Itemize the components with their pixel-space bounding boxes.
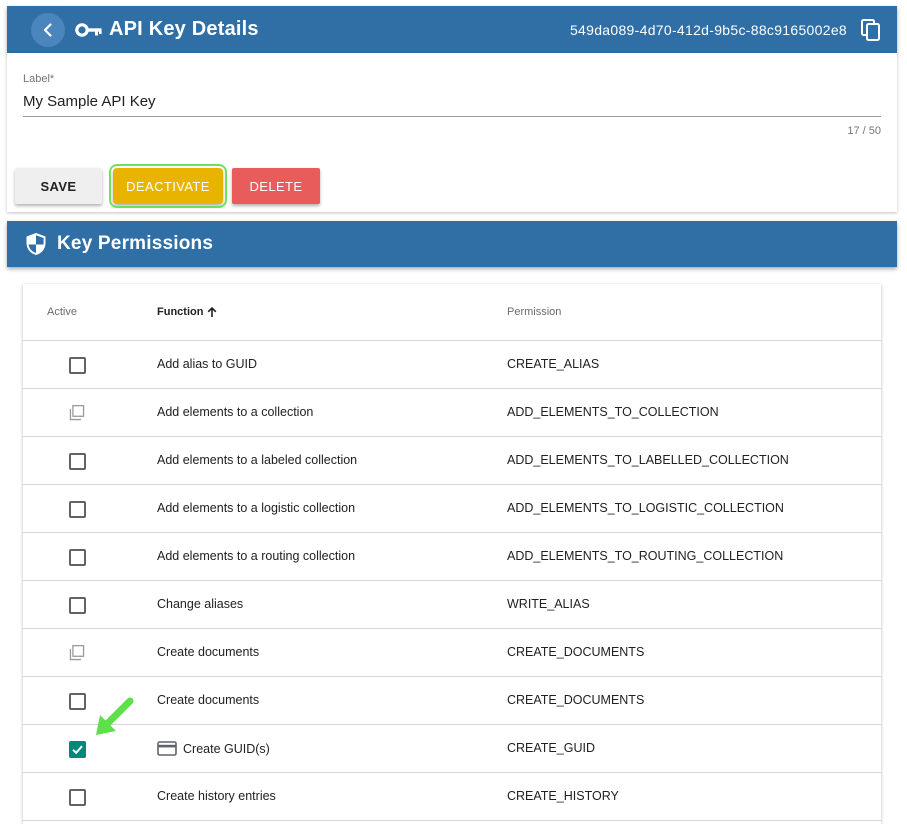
table-row: Create documents CREATE_DOCUMENTS <box>23 629 881 677</box>
page-title: API Key Details <box>109 18 259 40</box>
function-label: Create documents <box>157 645 260 659</box>
table-body: Add alias to GUID CREATE_ALIAS Add element… <box>23 341 881 821</box>
permission-cell: CREATE_ALIAS <box>507 357 600 371</box>
save-button[interactable]: SAVE <box>15 168 102 204</box>
delete-button[interactable]: DELETE <box>232 168 320 204</box>
arrow-up-icon <box>208 306 217 317</box>
function-cell: Add elements to a collection <box>157 405 313 419</box>
function-cell: Add elements to a labeled collection <box>157 453 357 467</box>
checkbox[interactable] <box>68 788 86 806</box>
character-counter: 17 / 50 <box>847 125 881 137</box>
permission-cell: CREATE_DOCUMENTS <box>507 693 645 707</box>
function-cell: Add elements to a routing collection <box>157 549 355 563</box>
function-label: Add elements to a logistic collection <box>157 501 356 515</box>
function-cell: Create GUID(s) <box>157 741 270 756</box>
table-row: Create documents CREATE_DOCUMENTS <box>23 677 881 725</box>
table-row: Add elements to a logistic collection ADD… <box>23 485 881 533</box>
function-label: Add elements to a collection <box>157 405 314 419</box>
permissions-title: Key Permissions <box>57 233 214 254</box>
function-cell: Create history entries <box>157 789 276 803</box>
copy-icon[interactable] <box>861 18 881 41</box>
permission-cell: ADD_ELEMENTS_TO_LABELLED_COLLECTION <box>507 453 789 467</box>
key-icon <box>75 22 103 38</box>
api-key-form: Label* 17 / 50 SAVE DEACTIVATE DELETE <box>7 53 897 212</box>
permission-cell: ADD_ELEMENTS_TO_COLLECTION <box>507 405 719 419</box>
permission-cell: ADD_ELEMENTS_TO_LOGISTIC_COLLECTION <box>507 501 784 515</box>
shield-icon <box>25 232 47 256</box>
header-bar: API Key Details 549da089-4d70-412d-9b5c-… <box>7 6 897 53</box>
function-label: Add elements to a routing collection <box>157 549 356 563</box>
function-cell: Add elements to a logistic collection <box>157 501 355 515</box>
permission-cell: ADD_ELEMENTS_TO_ROUTING_COLLECTION <box>507 549 784 563</box>
table-row: Add alias to GUID CREATE_ALIAS <box>23 341 881 389</box>
api-key-id: 549da089-4d70-412d-9b5c-88c9165002e8 <box>569 21 847 38</box>
function-label: Create history entries <box>157 789 276 803</box>
permission-cell: CREATE_GUID <box>507 741 595 755</box>
multi-checkbox-icon[interactable] <box>68 644 86 662</box>
label-field[interactable] <box>23 91 881 117</box>
checkbox[interactable] <box>68 356 86 374</box>
function-label: Change aliases <box>157 597 244 611</box>
table-row: Add elements to a labeled collection ADD_… <box>23 437 881 485</box>
column-header-function[interactable]: Function <box>157 306 218 318</box>
checkbox[interactable] <box>68 452 86 470</box>
function-label: Add elements to a labeled collection <box>157 453 358 467</box>
label-field-caption: Label* <box>23 73 55 85</box>
deactivate-button[interactable]: DEACTIVATE <box>109 164 227 208</box>
permission-cell: CREATE_HISTORY <box>507 789 619 803</box>
table-row: Create GUID(s) CREATE_GUID <box>23 725 881 773</box>
checkbox[interactable] <box>68 596 86 614</box>
table-row: Add elements to a routing collection ADD_… <box>23 533 881 581</box>
multi-checkbox-icon[interactable] <box>68 404 86 422</box>
credit-card-icon <box>157 741 177 756</box>
checkbox[interactable] <box>68 548 86 566</box>
table-row: Create history entries CREATE_HISTORY <box>23 773 881 821</box>
function-cell: Create documents <box>157 693 259 707</box>
table-header: Active Function Permission <box>23 284 881 341</box>
back-button[interactable] <box>31 12 65 47</box>
checkbox-checked[interactable] <box>68 740 86 758</box>
function-label: Create GUID(s) <box>183 741 270 756</box>
column-header-permission: Permission <box>507 306 562 318</box>
permissions-table: Active Function Permission Add alias to … <box>23 284 881 824</box>
function-cell: Add alias to GUID <box>157 357 257 371</box>
permission-cell: CREATE_DOCUMENTS <box>507 645 645 659</box>
function-label: Add alias to GUID <box>157 357 258 371</box>
column-header-function-label: Function <box>157 306 204 318</box>
chevron-left-icon <box>43 22 52 37</box>
checkbox[interactable] <box>68 500 86 518</box>
function-label: Create documents <box>157 693 260 707</box>
table-row: Add elements to a collection ADD_ELEMENTS… <box>23 389 881 437</box>
column-header-active: Active <box>47 306 77 318</box>
checkbox[interactable] <box>68 692 86 710</box>
function-cell: Create documents <box>157 645 259 659</box>
function-cell: Change aliases <box>157 597 243 611</box>
permissions-header-bar: Key Permissions <box>7 221 897 267</box>
permission-cell: WRITE_ALIAS <box>507 597 590 611</box>
table-row: Change aliases WRITE_ALIAS <box>23 581 881 629</box>
